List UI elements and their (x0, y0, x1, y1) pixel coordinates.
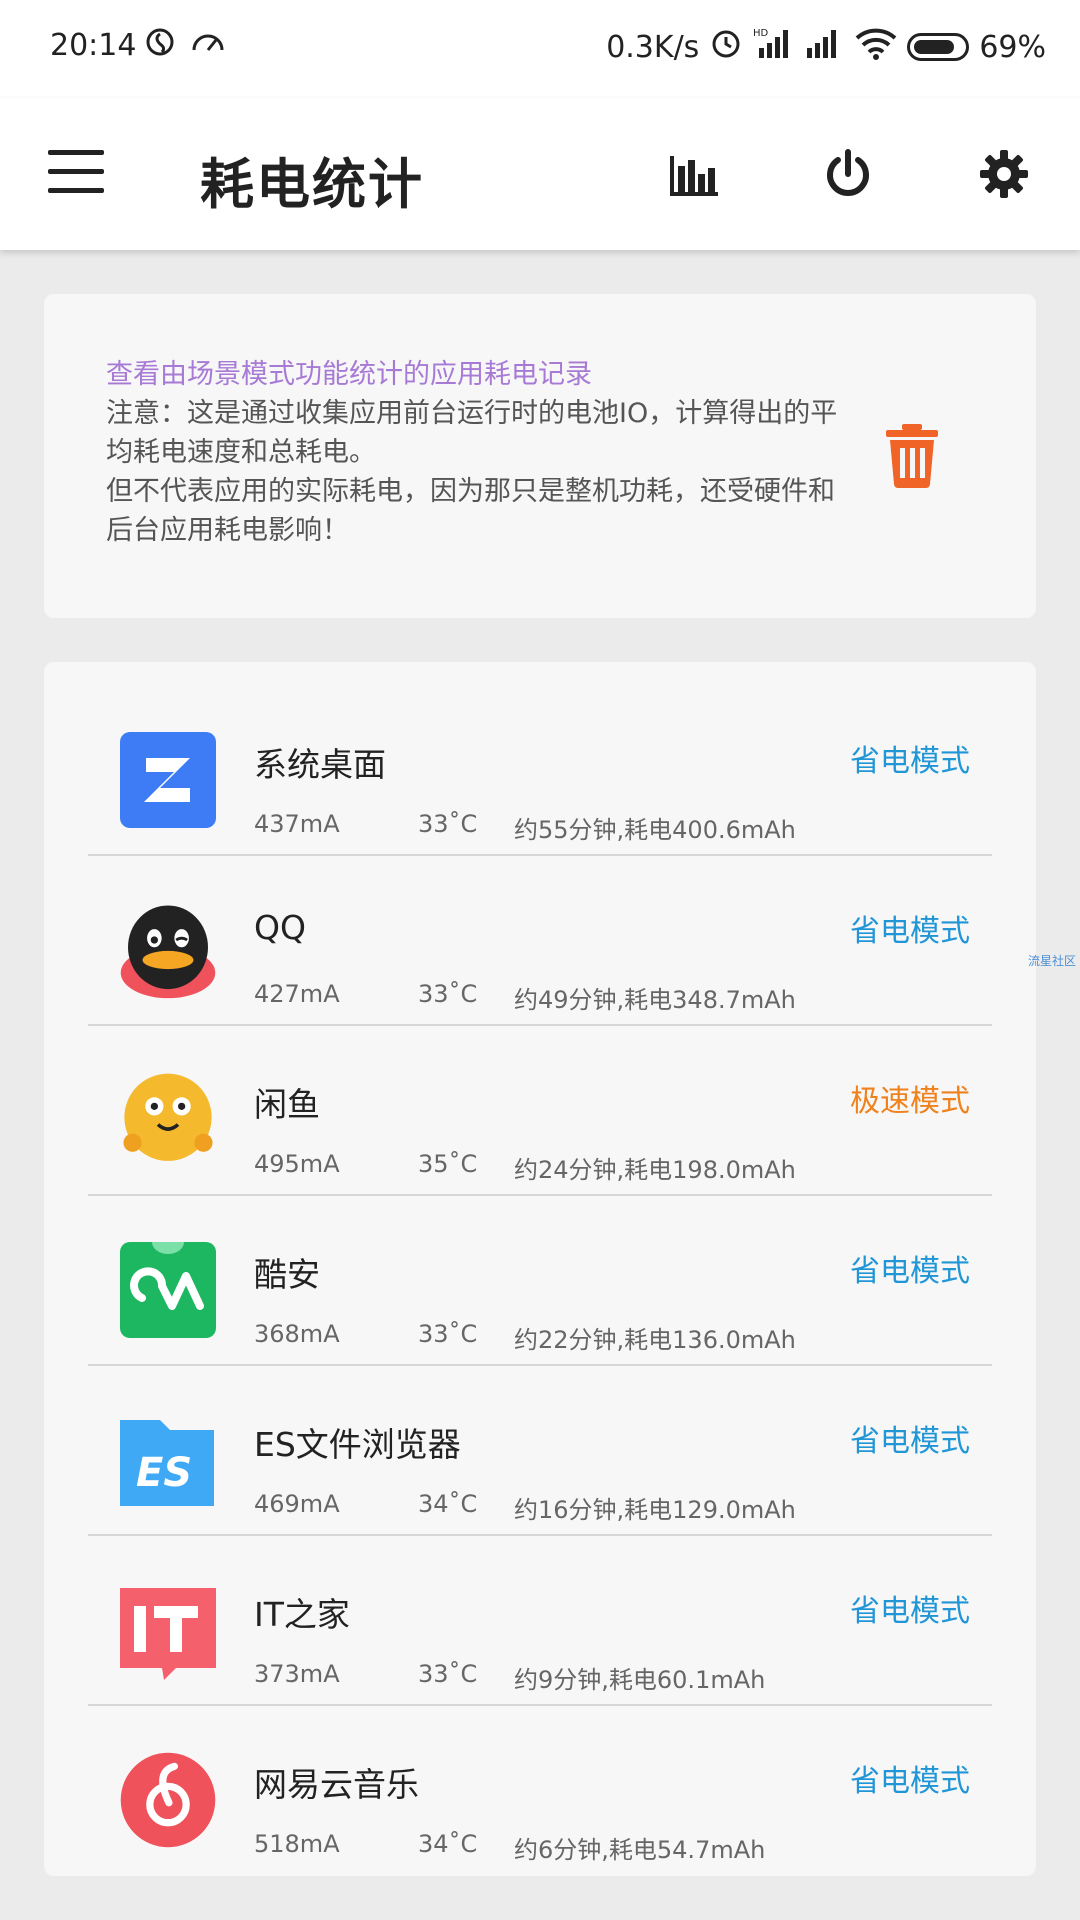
app-temperature: 34˚C (418, 1830, 478, 1858)
app-usage-summary: 约16分钟,耗电129.0mAh (514, 1496, 796, 1524)
status-bar: 20:14 0.3K/s HD 69% (0, 0, 1080, 98)
speedometer-icon (190, 26, 226, 62)
netease-music-icon (118, 1750, 218, 1850)
battery-icon (907, 33, 970, 61)
es-file-explorer-icon: ES (118, 1410, 218, 1510)
xianyu-icon (118, 1070, 218, 1170)
app-current: 368mA (254, 1320, 340, 1348)
mode-label[interactable]: 省电模式 (850, 736, 970, 780)
mode-label[interactable]: 省电模式 (850, 1756, 970, 1800)
coolapk-icon (118, 1240, 218, 1340)
app-temperature: 34˚C (418, 1490, 478, 1518)
app-current: 373mA (254, 1660, 340, 1688)
mode-label[interactable]: 省电模式 (850, 1416, 970, 1460)
app-temperature: 35˚C (418, 1150, 478, 1178)
signal-icon (805, 26, 845, 68)
app-name: 系统桌面 (254, 745, 386, 784)
status-time: 20:14 (50, 28, 137, 63)
alarm-icon (709, 26, 743, 68)
app-usage-summary: 约9分钟,耗电60.1mAh (514, 1666, 766, 1694)
app-name: QQ (254, 908, 306, 947)
app-row[interactable]: IT之家 省电模式 373mA 33˚C 约9分钟,耗电60.1mAh (88, 1536, 992, 1706)
mode-label[interactable]: 极速模式 (850, 1076, 970, 1120)
status-right: 0.3K/s HD 69% (606, 26, 1046, 68)
launcher-icon (118, 730, 218, 830)
wifi-icon (855, 26, 897, 68)
app-usage-summary: 约24分钟,耗电198.0mAh (514, 1156, 796, 1184)
app-temperature: 33˚C (418, 980, 478, 1008)
app-row[interactable]: QQ 省电模式 427mA 33˚C 约49分钟,耗电348.7mAh (88, 856, 992, 1026)
app-name: 闲鱼 (254, 1085, 320, 1124)
battery-percent: 69% (979, 29, 1046, 65)
app-current: 495mA (254, 1150, 340, 1178)
app-row[interactable]: ES ES文件浏览器 省电模式 469mA 34˚C 约16分钟,耗电129.0mAh (88, 1366, 992, 1536)
app-current: 427mA (254, 980, 340, 1008)
info-line-2: 但不代表应用的实际耗电，因为那只是整机功耗，还受硬件和后台应用耗电影响！ (106, 476, 835, 546)
app-name: 网易云音乐 (254, 1765, 419, 1804)
app-usage-summary: 约55分钟,耗电400.6mAh (514, 816, 796, 844)
app-row[interactable]: 网易云音乐 省电模式 518mA 34˚C 约6分钟,耗电54.7mAh (88, 1706, 992, 1874)
app-name: ES文件浏览器 (254, 1425, 461, 1464)
power-icon[interactable] (820, 146, 876, 202)
menu-icon[interactable] (48, 150, 104, 194)
app-list: 系统桌面 省电模式 437mA 33˚C 约55分钟,耗电400.6mAh QQ 省电模式 4… (88, 686, 992, 1874)
qq-icon (118, 900, 218, 1000)
info-line-1: 注意：这是通过收集应用前台运行时的电池IO，计算得出的平均耗电速度和总耗电。 (106, 398, 838, 468)
mode-label[interactable]: 省电模式 (850, 1246, 970, 1290)
mode-label[interactable]: 省电模式 (850, 906, 970, 950)
app-temperature: 33˚C (418, 1320, 478, 1348)
mode-label[interactable]: 省电模式 (850, 1586, 970, 1630)
app-usage-summary: 约22分钟,耗电136.0mAh (514, 1326, 796, 1354)
app-current: 518mA (254, 1830, 340, 1858)
page-title: 耗电统计 (200, 153, 424, 216)
ithome-icon (118, 1580, 218, 1680)
svg-text:HD: HD (753, 28, 769, 39)
settings-icon[interactable] (976, 146, 1032, 202)
svg-text:ES: ES (136, 1450, 192, 1496)
info-title: 查看由场景模式功能统计的应用耗电记录 (106, 359, 592, 390)
app-name: 酷安 (254, 1255, 320, 1294)
app-row[interactable]: 酷安 省电模式 368mA 33˚C 约22分钟,耗电136.0mAh (88, 1196, 992, 1366)
app-current: 437mA (254, 810, 340, 838)
info-body: 注意：这是通过收集应用前台运行时的电池IO，计算得出的平均耗电速度和总耗电。 但… (106, 394, 846, 550)
app-usage-summary: 约6分钟,耗电54.7mAh (514, 1836, 766, 1864)
info-card: 查看由场景模式功能统计的应用耗电记录 注意：这是通过收集应用前台运行时的电池IO… (44, 294, 1036, 618)
hd-signal-icon: HD (753, 26, 795, 68)
app-temperature: 33˚C (418, 810, 478, 838)
app-temperature: 33˚C (418, 1660, 478, 1688)
netease-icon (144, 26, 176, 62)
net-speed: 0.3K/s (606, 29, 700, 65)
app-current: 469mA (254, 1490, 340, 1518)
app-list-card: 系统桌面 省电模式 437mA 33˚C 约55分钟,耗电400.6mAh QQ 省电模式 4… (44, 662, 1036, 1876)
app-row[interactable]: 系统桌面 省电模式 437mA 33˚C 约55分钟,耗电400.6mAh (88, 686, 992, 856)
watermark: 流星社区 (1028, 954, 1077, 968)
app-usage-summary: 约49分钟,耗电348.7mAh (514, 986, 796, 1014)
bar-chart-icon[interactable] (666, 146, 722, 202)
app-name: IT之家 (254, 1595, 350, 1634)
app-toolbar: 耗电统计 (0, 98, 1080, 250)
trash-icon[interactable] (884, 422, 940, 488)
app-row[interactable]: 闲鱼 极速模式 495mA 35˚C 约24分钟,耗电198.0mAh (88, 1026, 992, 1196)
